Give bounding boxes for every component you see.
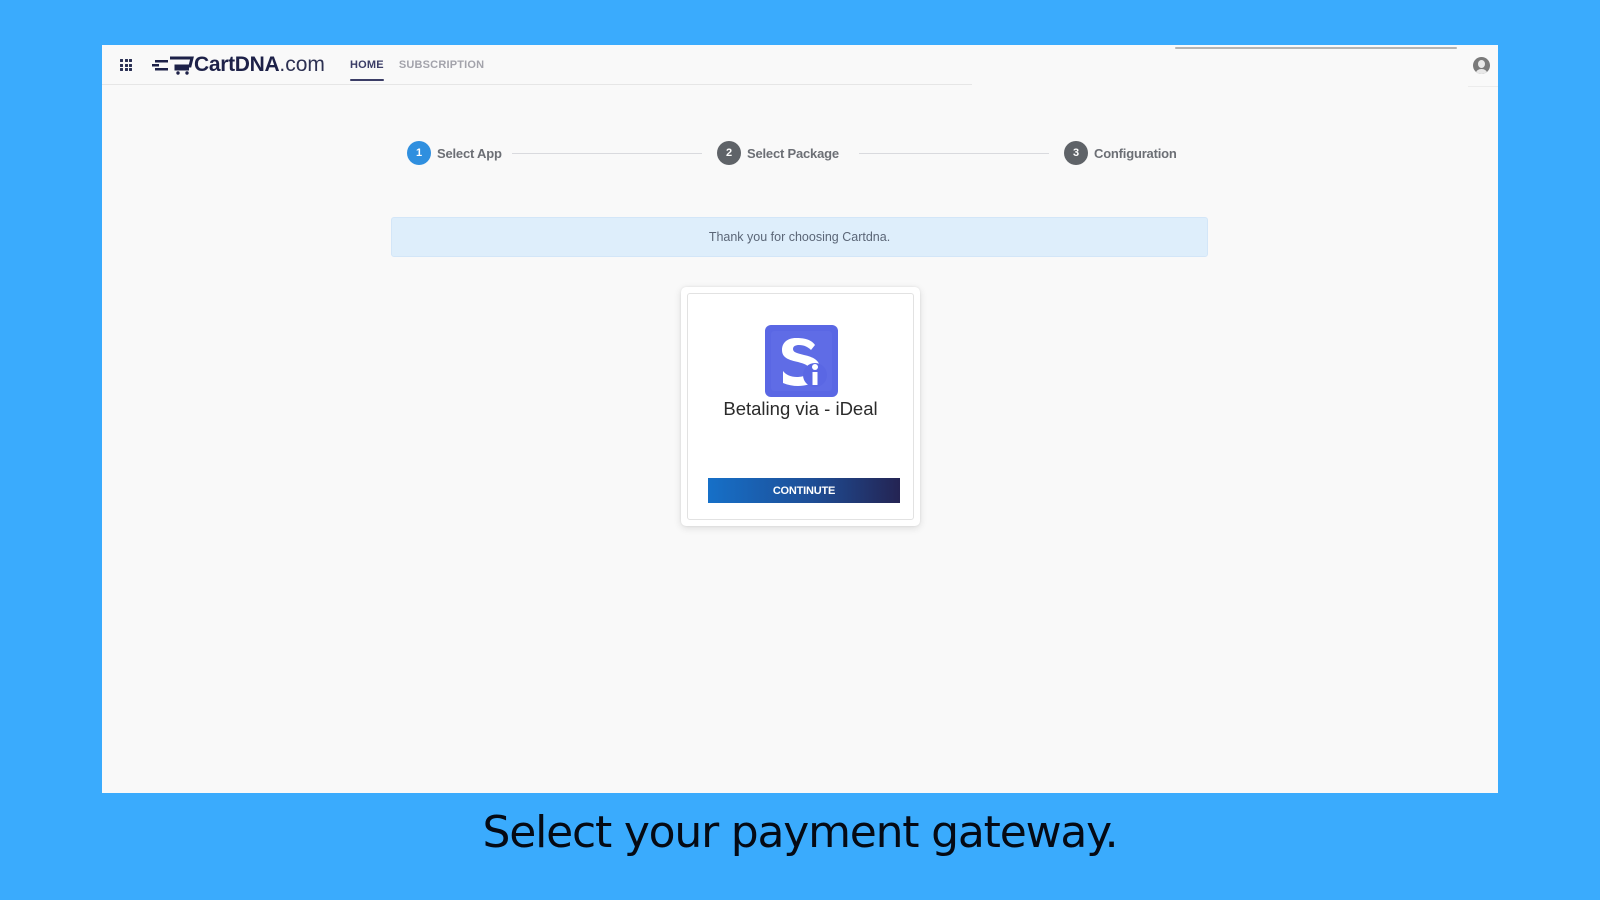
top-navigation-bar: CartDNA .com HOME SUBSCRIPTION	[102, 45, 1498, 87]
header-divider	[102, 84, 972, 85]
app-card: Betaling via - iDeal CONTINUTE	[681, 287, 920, 526]
step-configuration[interactable]: 3 Configuration	[1064, 141, 1177, 165]
info-banner: Thank you for choosing Cartdna.	[391, 217, 1208, 257]
setup-stepper: 1 Select App 2 Select Package 3 Configur…	[407, 141, 1207, 167]
step-label: Select Package	[747, 145, 839, 161]
step-connector	[512, 153, 702, 154]
step-connector	[859, 153, 1049, 154]
step-label: Configuration	[1094, 145, 1177, 161]
step-select-app[interactable]: 1 Select App	[407, 141, 502, 165]
step-number-badge: 3	[1064, 141, 1088, 165]
main-nav: HOME SUBSCRIPTION	[350, 45, 484, 85]
cartdna-logo[interactable]: CartDNA .com	[152, 53, 325, 77]
ideal-app-icon[interactable]	[765, 325, 838, 397]
logo-brand-text: CartDNA	[194, 53, 280, 76]
banner-message: Thank you for choosing Cartdna.	[708, 230, 891, 244]
logo-suffix-text: .com	[279, 53, 325, 76]
nav-tab-home[interactable]: HOME	[350, 45, 384, 85]
step-number-badge: 1	[407, 141, 431, 165]
continue-button[interactable]: CONTINUTE	[708, 478, 900, 503]
step-select-package[interactable]: 2 Select Package	[717, 141, 839, 165]
header-divider-right	[1468, 86, 1498, 87]
caption-text: Select your payment gateway.	[482, 807, 1119, 858]
nav-tab-subscription[interactable]: SUBSCRIPTION	[399, 45, 485, 85]
search-field-edge[interactable]	[1175, 47, 1457, 49]
app-name: Betaling via - iDeal	[723, 398, 878, 419]
step-number-badge: 2	[717, 141, 741, 165]
user-avatar-icon[interactable]	[1473, 57, 1490, 74]
step-label: Select App	[437, 145, 502, 161]
cart-logo-icon	[152, 56, 194, 75]
apps-grid-icon[interactable]	[120, 59, 132, 71]
browser-window: CartDNA .com HOME SUBSCRIPTION 1 Select A…	[102, 45, 1498, 793]
